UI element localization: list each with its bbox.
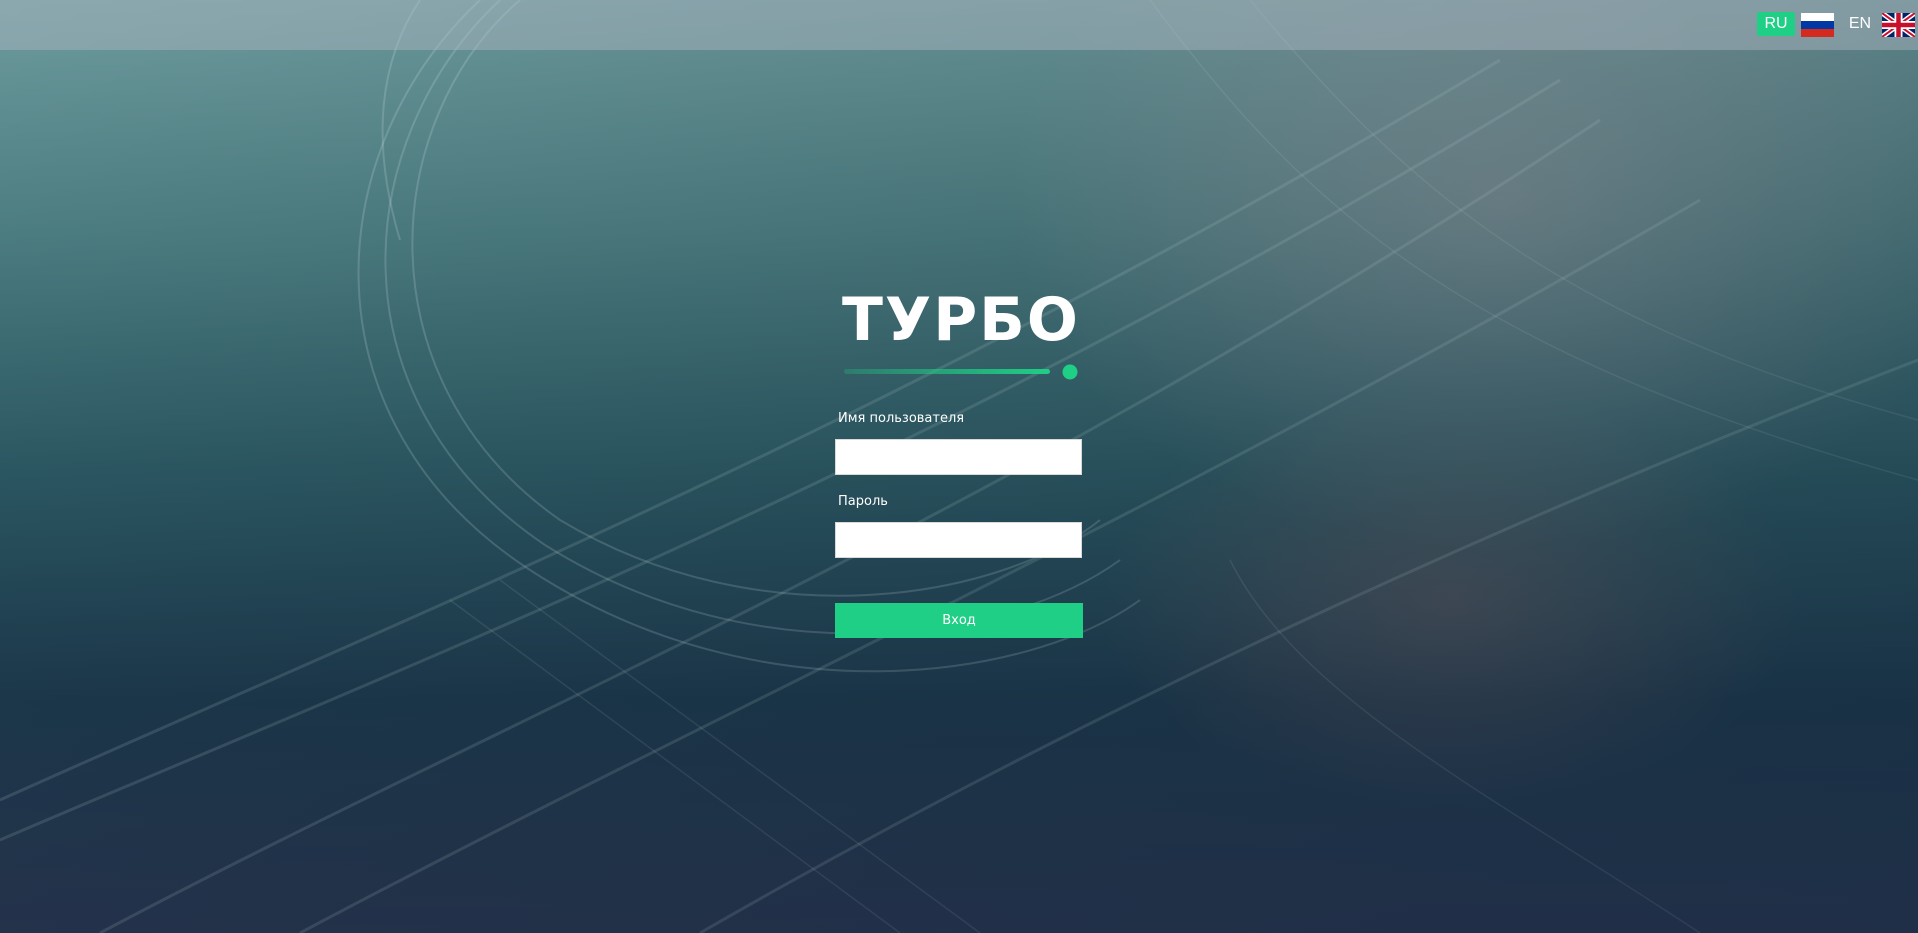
password-label: Пароль bbox=[838, 494, 888, 509]
language-en-button[interactable]: EN bbox=[1845, 12, 1875, 36]
login-form: Имя пользователя Пароль Вход bbox=[835, 410, 1083, 638]
russia-flag-icon[interactable] bbox=[1801, 13, 1834, 37]
username-input[interactable] bbox=[835, 439, 1082, 475]
brand-logo: ТУРБО bbox=[842, 282, 1082, 380]
login-page: RU EN ТУРБО Имя пользователя Пароль Вход bbox=[0, 0, 1918, 933]
username-label: Имя пользователя bbox=[838, 411, 965, 426]
logo-underline-icon bbox=[844, 364, 1078, 380]
password-input[interactable] bbox=[835, 522, 1082, 558]
top-bar bbox=[0, 0, 1918, 50]
language-ru-button[interactable]: RU bbox=[1757, 12, 1795, 36]
uk-flag-icon[interactable] bbox=[1882, 13, 1915, 37]
login-button[interactable]: Вход bbox=[835, 603, 1083, 638]
brand-logo-text: ТУРБО bbox=[842, 285, 1080, 355]
